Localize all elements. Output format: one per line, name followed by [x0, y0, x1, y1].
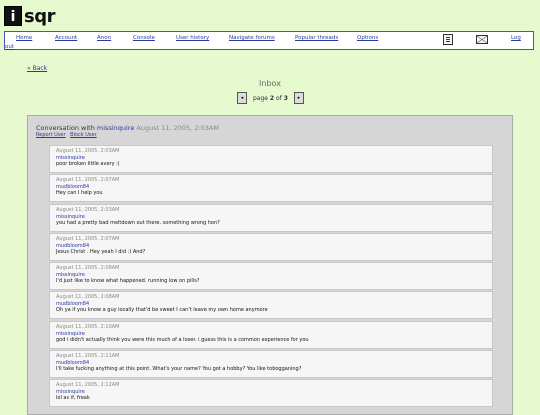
message-text: poor broken little avery :(: [56, 161, 120, 167]
nav-options[interactable]: Options: [357, 35, 378, 41]
message-item: August 11, 2005, 2:08AM mudbloom84 Oh ya…: [49, 291, 493, 320]
logo-text: sqr: [24, 5, 55, 27]
nav-popular-threads[interactable]: Popular threads: [295, 35, 338, 41]
next-page-button[interactable]: ▸: [293, 92, 304, 104]
message-item: August 11, 2005, 2:08AM missinquire I'd …: [49, 262, 493, 291]
nav-home[interactable]: Home: [16, 35, 32, 41]
message-date: August 11, 2005, 2:08AM: [56, 265, 120, 272]
logo-mark: i: [4, 6, 22, 26]
back-link[interactable]: « Back: [27, 65, 47, 72]
pagination: ◂ page 2 of 3 ▸: [237, 91, 304, 105]
nav-logout-bottom[interactable]: out: [5, 44, 14, 50]
message-item: August 11, 2005, 2:07AM mudbloom84 Hey c…: [49, 174, 493, 203]
message-item: August 11, 2005, 2:03AM missinquire you …: [49, 203, 493, 232]
message-item: August 11, 2005, 2:11AM mudbloom84 I'll …: [49, 350, 493, 379]
mail-icon[interactable]: [476, 35, 488, 44]
nav-account[interactable]: Account: [55, 35, 77, 41]
nav-console[interactable]: Console: [133, 35, 155, 41]
message-date: August 11, 2005, 2:07AM: [56, 235, 120, 242]
message-list: August 11, 2005, 2:03AM missinquire poor…: [49, 145, 493, 409]
message-text: lol as if, freak: [56, 395, 90, 402]
nav-navigate-forums[interactable]: Navigate forums: [229, 35, 275, 41]
report-user-link[interactable]: Report User: [36, 132, 66, 138]
conversation-date: August 11, 2005, 2:03AM: [136, 124, 219, 132]
nav-anon[interactable]: Anon: [97, 35, 111, 41]
conversation-actions: Report User Block User: [36, 132, 100, 138]
message-item: August 11, 2005, 2:03AM missinquire poor…: [49, 145, 493, 173]
message-text: Hey can I help you: [56, 190, 103, 197]
nav-logout-top[interactable]: Log: [511, 35, 521, 41]
prev-page-button[interactable]: ◂: [237, 92, 247, 104]
message-date: August 11, 2005, 2:11AM: [56, 353, 120, 360]
message-date: August 11, 2005, 2:07AM: [56, 177, 120, 184]
page-title: Inbox: [259, 79, 281, 88]
message-text: god i didn't actually think you were thi…: [56, 336, 309, 343]
message-item: August 11, 2005, 2:12AM missinquire lol …: [49, 379, 493, 408]
conversation-header: Conversation with missinquire August 11,…: [36, 124, 219, 132]
message-date: August 11, 2005, 2:03AM: [56, 206, 120, 213]
message-text: I'd just like to know what happened. run…: [56, 278, 200, 285]
message-text: Jesus Christ . Hey yeah I did :) And?: [56, 248, 146, 255]
message-text: I'll take fucking anything at this point…: [56, 366, 302, 373]
block-user-link[interactable]: Block User: [70, 132, 97, 138]
notes-icon[interactable]: [443, 34, 453, 45]
message-date: August 11, 2005, 2:08AM: [56, 294, 120, 301]
message-text: Oh ya if you know a guy locally that'd b…: [56, 307, 268, 314]
top-nav: Home Account Anon Console User history N…: [4, 31, 534, 50]
conversation-user[interactable]: missinquire: [97, 124, 134, 132]
nav-user-history[interactable]: User history: [176, 35, 209, 41]
message-text: you had a pretty bad meltdown out there.…: [56, 219, 220, 226]
message-item: August 11, 2005, 2:10AM missinquire god …: [49, 320, 493, 349]
message-date: August 11, 2005, 2:10AM: [56, 323, 120, 330]
conversation-panel: Conversation with missinquire August 11,…: [27, 115, 513, 415]
message-date: August 11, 2005, 2:03AM: [56, 148, 120, 154]
page-indicator: page 2 of 3: [253, 94, 288, 102]
message-item: August 11, 2005, 2:07AM mudbloom84 Jesus…: [49, 232, 493, 261]
message-date: August 11, 2005, 2:12AM: [56, 382, 120, 389]
site-logo[interactable]: i sqr: [4, 4, 55, 28]
